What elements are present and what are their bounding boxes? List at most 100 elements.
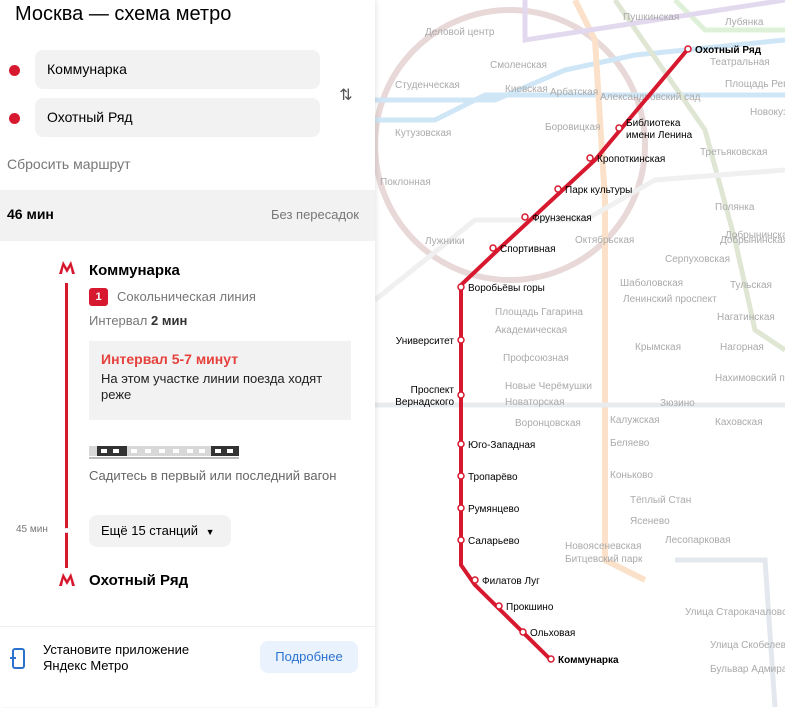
map-station-label[interactable]: Киевская: [505, 84, 548, 95]
route-station-label[interactable]: Библиотека: [626, 117, 681, 129]
map-station-label[interactable]: Улица Старокачаловская: [685, 607, 785, 618]
map-station-label[interactable]: Поклонная: [380, 177, 431, 188]
map-station-label[interactable]: Нагатинская: [717, 312, 775, 323]
swap-icon[interactable]: ⇅: [336, 85, 356, 105]
route-station-dot[interactable]: [554, 185, 562, 193]
route-station-dot[interactable]: [615, 124, 623, 132]
map-station-label[interactable]: Ленинский проспект: [623, 294, 717, 305]
map-station-label[interactable]: Лубянка: [725, 16, 764, 28]
map-station-label[interactable]: Полянка: [715, 202, 755, 213]
interval-warning: Интервал 5-7 минут На этом участке линии…: [89, 341, 351, 420]
map-station-label[interactable]: Пушкинская: [623, 12, 679, 23]
route-station-dot[interactable]: [457, 504, 465, 512]
map-station-label[interactable]: Нагорная: [720, 342, 764, 353]
route-station-label[interactable]: Университет: [396, 336, 455, 347]
map-station-label[interactable]: Арбатская: [550, 86, 598, 98]
app-banner: Установите приложение Яндекс Метро Подро…: [0, 626, 375, 708]
metro-map[interactable]: Пушкинская Лубянка Деловой центр Театральна…: [375, 0, 785, 707]
route-station-dot[interactable]: [519, 628, 527, 636]
map-station-label[interactable]: Профсоюзная: [503, 352, 569, 364]
route-station-label[interactable]: Проспект: [411, 385, 455, 396]
route-station-dot[interactable]: [457, 440, 465, 448]
start-station[interactable]: Коммунарка: [89, 262, 180, 279]
app-more-button[interactable]: Подробнее: [260, 641, 358, 673]
from-station-field[interactable]: Коммунарка: [35, 50, 320, 89]
route-station-label[interactable]: имени Ленина: [626, 130, 693, 141]
map-station-label[interactable]: Третьяковская: [700, 147, 767, 158]
map-station-label[interactable]: Тульская: [730, 280, 772, 291]
map-station-label[interactable]: Воронцовская: [515, 418, 581, 429]
map-station-label[interactable]: Калужская: [610, 415, 660, 426]
route-station-dot[interactable]: [495, 602, 503, 610]
map-station-label[interactable]: Лужники: [425, 236, 465, 247]
end-station[interactable]: Охотный Ряд: [89, 572, 188, 589]
route-station-dot[interactable]: [521, 213, 529, 221]
route-station-label[interactable]: Тропарёво: [468, 472, 518, 483]
route-station-dot[interactable]: [586, 154, 594, 162]
more-stations-button[interactable]: Ещё 15 станций ▼: [89, 515, 231, 547]
map-station-label[interactable]: Новаторская: [505, 397, 565, 408]
route-station-dot[interactable]: [547, 655, 555, 663]
route-station-label[interactable]: Спортивная: [500, 244, 556, 255]
route-station-label[interactable]: Саларьево: [468, 536, 520, 547]
to-marker-icon: [9, 113, 20, 124]
route-station-dot[interactable]: [457, 391, 465, 399]
map-station-label[interactable]: Кутузовская: [395, 128, 451, 139]
route-station-label[interactable]: Воробьёвы горы: [468, 282, 545, 294]
map-station-label[interactable]: Коньково: [610, 470, 653, 481]
route-station-label[interactable]: Фрунзенская: [532, 213, 592, 224]
map-station-label[interactable]: Серпуховская: [665, 254, 730, 265]
map-station-label[interactable]: Театральная: [710, 57, 770, 68]
map-station-label[interactable]: Шаболовская: [620, 277, 683, 289]
map-station-label[interactable]: Каховская: [715, 417, 763, 428]
route-station-dot[interactable]: [457, 472, 465, 480]
route-station-label[interactable]: Румянцево: [468, 504, 520, 515]
route-station-label[interactable]: Вернадского: [395, 397, 454, 408]
metro-logo-icon: [59, 261, 75, 279]
map-station-label[interactable]: Новокузнецкая: [750, 107, 785, 118]
app-banner-text: Установите приложение Яндекс Метро: [43, 642, 190, 673]
map-station-label[interactable]: Тёплый Стан: [630, 495, 691, 506]
route-station-dot[interactable]: [457, 536, 465, 544]
route-station-dot[interactable]: [471, 576, 479, 584]
route-station-label[interactable]: Коммунарка: [558, 655, 619, 666]
map-station-label[interactable]: Добрынинская: [725, 229, 785, 241]
map-station-label[interactable]: Нахимовский проспект: [715, 373, 785, 384]
route-station-dot[interactable]: [684, 45, 692, 53]
route-summary[interactable]: 46 мин Без пересадок: [0, 190, 375, 241]
route-station-label[interactable]: Парк культуры: [565, 185, 632, 196]
map-station-label[interactable]: Лесопарковая: [665, 535, 731, 546]
route-station-label[interactable]: Юго-Западная: [468, 440, 535, 451]
route-station-dot[interactable]: [457, 283, 465, 291]
map-station-label[interactable]: Новые Черёмушки: [505, 381, 592, 392]
route-station-dot[interactable]: [457, 336, 465, 344]
route-station-label[interactable]: Прокшино: [506, 602, 554, 613]
map-station-label[interactable]: Деловой центр: [425, 27, 495, 38]
route-station-label[interactable]: Кропоткинская: [597, 154, 665, 165]
to-station-field[interactable]: Охотный Ряд: [35, 98, 320, 137]
map-station-label[interactable]: Новоясеневская: [565, 541, 641, 552]
map-station-label[interactable]: Крымская: [635, 342, 681, 353]
map-station-label[interactable]: Площадь Революции: [725, 79, 785, 90]
line-name: Сокольническая линия: [117, 289, 256, 304]
map-station-label[interactable]: Бульвар Адмирала Ушакова: [710, 664, 785, 675]
map-station-label[interactable]: Октябрьская: [575, 234, 634, 246]
warning-text: На этом участке линии поезда ходят реже: [101, 371, 323, 402]
map-station-label[interactable]: Битцевский парк: [565, 554, 643, 565]
map-station-label[interactable]: Зюзино: [660, 398, 695, 409]
route-station-label[interactable]: Филатов Луг: [482, 576, 540, 587]
map-station-label[interactable]: Площадь Гагарина: [495, 307, 583, 318]
time-mark-dot: [64, 528, 69, 533]
map-station-label[interactable]: Студенческая: [395, 80, 460, 91]
interval-value: 2 мин: [151, 313, 188, 328]
reset-route-link[interactable]: Сбросить маршрут: [7, 156, 131, 172]
route-station-dot[interactable]: [489, 244, 497, 252]
route-station-label[interactable]: Охотный Ряд: [695, 45, 762, 56]
route-station-label[interactable]: Ольховая: [530, 628, 575, 639]
map-station-label[interactable]: Улица Скобелевская: [710, 639, 785, 651]
map-station-label[interactable]: Академическая: [495, 325, 567, 336]
map-station-label[interactable]: Ясенево: [630, 516, 670, 527]
map-station-label[interactable]: Беляево: [610, 438, 650, 449]
map-station-label[interactable]: Боровицкая: [545, 122, 600, 133]
map-station-label[interactable]: Смоленская: [490, 60, 547, 71]
